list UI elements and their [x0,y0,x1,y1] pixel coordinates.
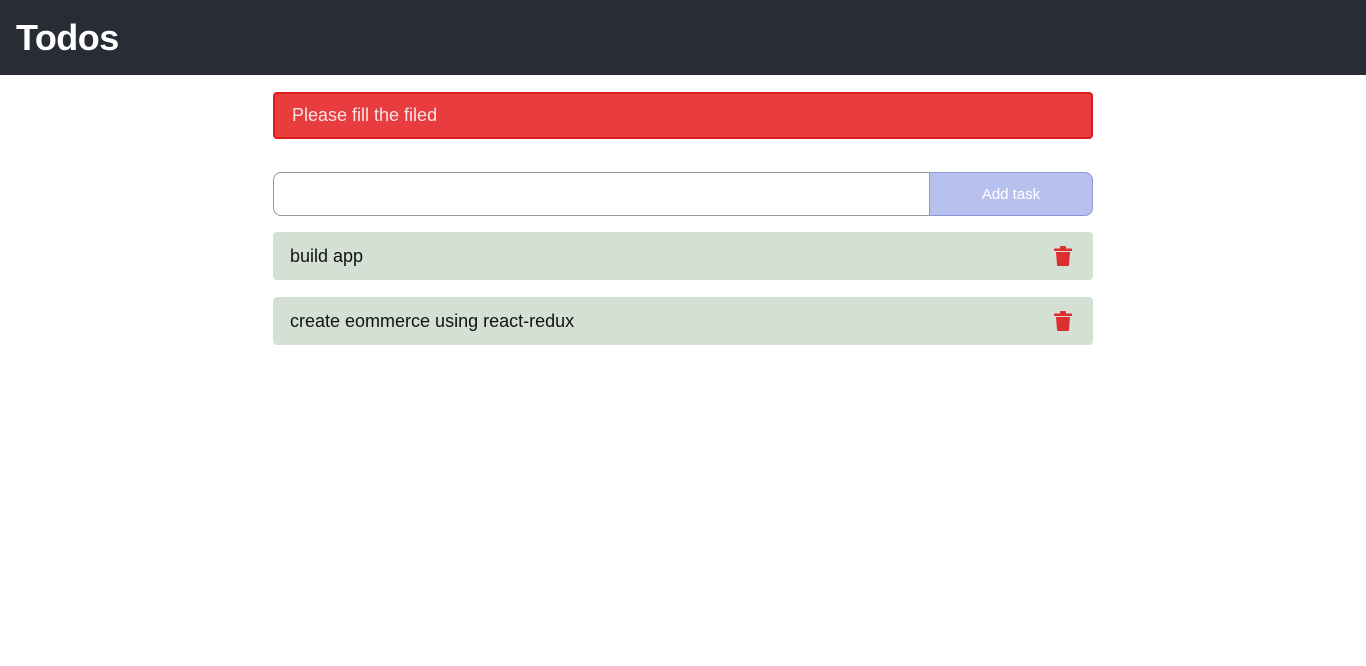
main-container: Please fill the filed Add task build app… [273,75,1093,345]
task-list: build app create eommerce using react-re… [273,232,1093,345]
error-alert: Please fill the filed [273,92,1093,139]
top-navbar: Todos [0,0,1366,75]
task-input[interactable] [273,172,929,216]
trash-icon[interactable] [1053,245,1073,267]
trash-icon[interactable] [1053,310,1073,332]
alert-message: Please fill the filed [292,105,438,125]
add-task-form: Add task [273,172,1093,216]
task-text: create eommerce using react-redux [290,310,575,331]
list-item: create eommerce using react-redux [273,297,1093,345]
add-task-button[interactable]: Add task [929,172,1093,216]
list-item: build app [273,232,1093,280]
task-text: build app [290,245,364,266]
page-title: Todos [16,16,119,58]
